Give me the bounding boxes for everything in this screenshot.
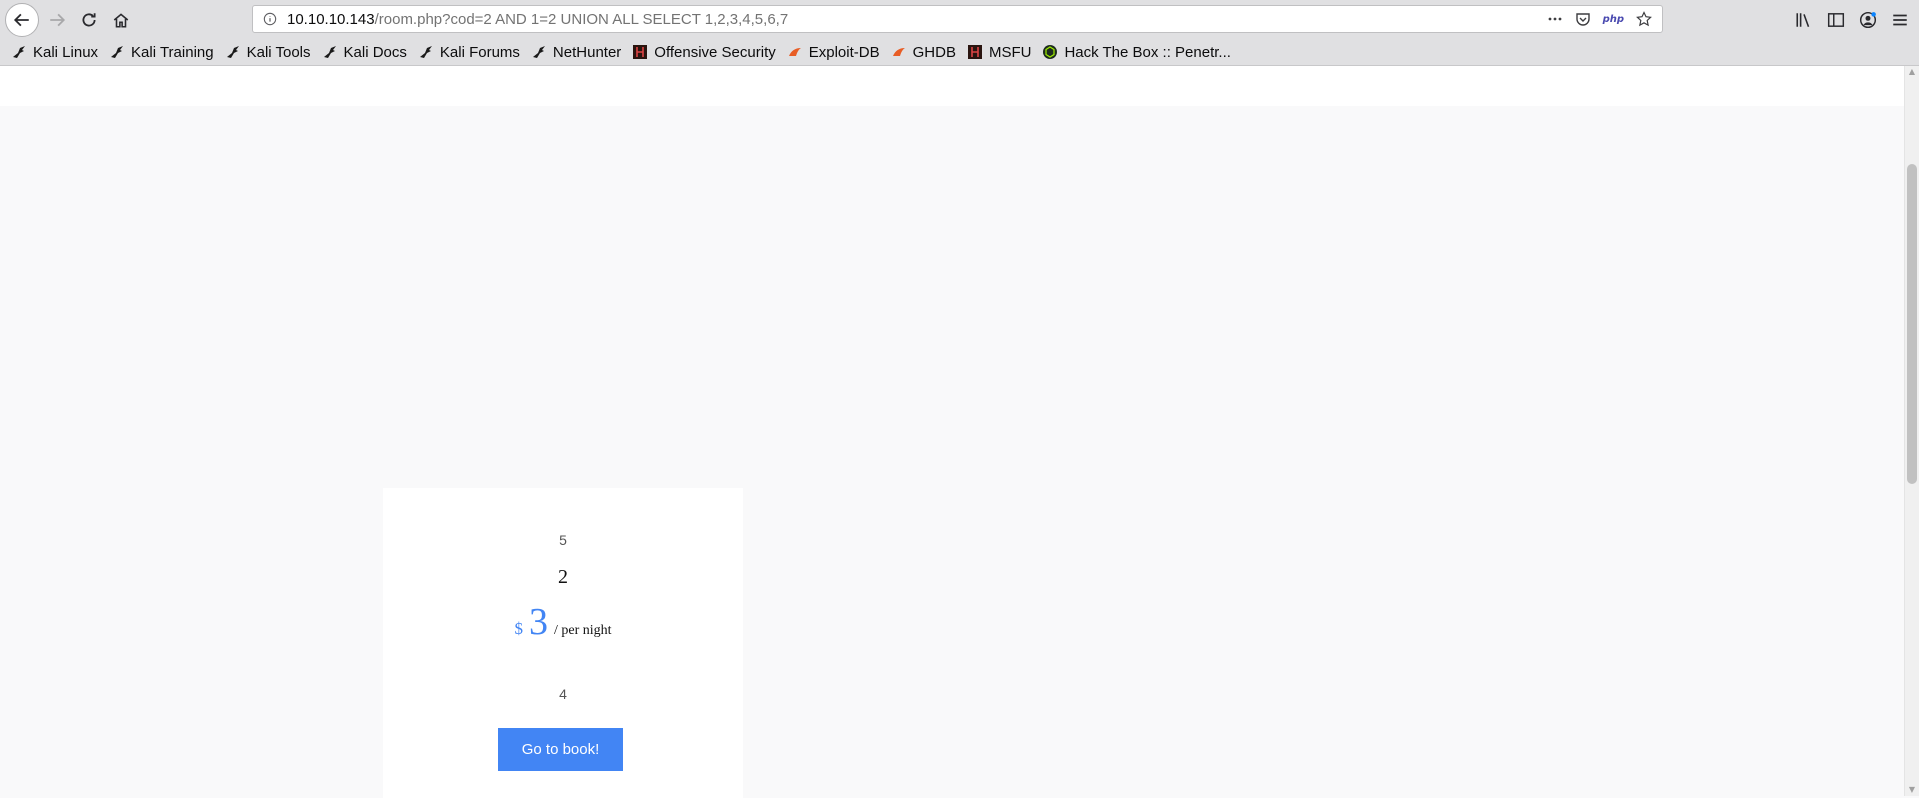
bookmark-label: NetHunter bbox=[552, 43, 622, 61]
bookmark-label: Hack The Box :: Penetr... bbox=[1064, 43, 1231, 61]
navigation-toolbar: 10.10.10.143/room.php?cod=2 AND 1=2 UNIO… bbox=[0, 0, 1919, 39]
menu-icon[interactable] bbox=[1891, 11, 1909, 29]
kali-dragon-icon bbox=[418, 44, 434, 60]
arrow-right-icon bbox=[50, 13, 66, 26]
bookmark-label: Kali Forums bbox=[439, 43, 520, 61]
bookmark-item[interactable]: Kali Tools bbox=[225, 44, 311, 61]
price-row: $ 3 / per night bbox=[383, 603, 743, 641]
offsec-icon bbox=[632, 44, 648, 60]
bookmark-label: MSFU bbox=[988, 43, 1032, 61]
bookmark-label: Offensive Security bbox=[654, 43, 776, 61]
toolbar-right bbox=[1795, 0, 1919, 39]
bookmark-star-icon[interactable] bbox=[1636, 11, 1652, 27]
bookmark-item[interactable]: Kali Forums bbox=[418, 44, 520, 61]
arrow-left-icon bbox=[13, 13, 29, 26]
bookmark-item[interactable]: Hack The Box :: Penetr... bbox=[1042, 43, 1231, 61]
library-icon[interactable] bbox=[1795, 11, 1813, 29]
bookmark-item[interactable]: NetHunter bbox=[531, 44, 621, 61]
page-header-strip bbox=[0, 66, 1905, 106]
url-host: 10.10.10.143 bbox=[287, 10, 375, 28]
reload-button[interactable] bbox=[75, 6, 103, 34]
home-icon bbox=[113, 12, 129, 28]
scroll-thumb[interactable] bbox=[1907, 164, 1917, 484]
kali-dragon-icon bbox=[322, 44, 338, 60]
bookmark-item[interactable]: Offensive Security bbox=[632, 43, 776, 61]
bookmark-label: Kali Linux bbox=[33, 43, 99, 61]
bookmark-label: GHDB bbox=[912, 43, 956, 61]
bookmark-label: Kali Tools bbox=[246, 43, 311, 61]
kali-dragon-icon bbox=[531, 44, 547, 60]
scroll-up-arrow-icon[interactable]: ▲ bbox=[1908, 68, 1916, 76]
price-value: 3 bbox=[528, 601, 548, 643]
bookmark-label: Exploit-DB bbox=[808, 43, 880, 61]
exploitdb-icon bbox=[787, 44, 803, 60]
bookmark-label: Kali Docs bbox=[343, 43, 407, 61]
go-to-book-button[interactable]: Go to book! bbox=[498, 728, 623, 771]
kali-dragon-icon bbox=[11, 44, 27, 60]
url-path: /room.php?cod=2 AND 1=2 UNION ALL SELECT… bbox=[374, 10, 789, 28]
page-actions-icon[interactable] bbox=[1547, 11, 1563, 27]
price-currency: $ bbox=[514, 619, 523, 638]
room-card: 5 2 $ 3 / per night 4 Go to book! bbox=[383, 488, 743, 798]
room-name: 2 bbox=[558, 566, 568, 588]
room-description: 4 bbox=[559, 686, 567, 702]
home-button[interactable] bbox=[107, 6, 135, 34]
htb-icon bbox=[1042, 44, 1058, 60]
page-content: 5 2 $ 3 / per night 4 Go to book! bbox=[0, 66, 1905, 798]
account-icon[interactable] bbox=[1859, 11, 1877, 29]
bookmarks-toolbar: Kali Linux Kali Training Kali Tools Kali Do… bbox=[0, 39, 1919, 66]
price-unit: / per night bbox=[553, 623, 612, 638]
bookmark-item[interactable]: Kali Docs bbox=[322, 44, 407, 61]
kali-dragon-icon bbox=[109, 44, 125, 60]
sidebar-icon[interactable] bbox=[1827, 11, 1845, 29]
page-scrollbar[interactable]: ▲ ▼ bbox=[1904, 66, 1919, 796]
reload-icon bbox=[82, 12, 96, 26]
bookmark-item[interactable]: Kali Linux bbox=[11, 44, 98, 61]
exploitdb-icon bbox=[891, 44, 907, 60]
scroll-down-arrow-icon[interactable]: ▼ bbox=[1908, 786, 1916, 794]
bookmark-item[interactable]: Kali Training bbox=[109, 44, 214, 61]
bookmark-item[interactable]: MSFU bbox=[967, 43, 1032, 61]
bookmark-item[interactable]: GHDB bbox=[891, 44, 956, 61]
offsec-icon bbox=[967, 44, 983, 60]
url-bar[interactable]: 10.10.10.143/room.php?cod=2 AND 1=2 UNIO… bbox=[252, 5, 1663, 33]
forward-button[interactable] bbox=[43, 6, 71, 34]
php-extension-badge[interactable]: php bbox=[1603, 14, 1624, 25]
kali-dragon-icon bbox=[225, 44, 241, 60]
pocket-icon[interactable] bbox=[1575, 11, 1591, 27]
room-meta: 5 bbox=[559, 532, 567, 548]
bookmark-item[interactable]: Exploit-DB bbox=[787, 44, 880, 61]
url-text[interactable]: 10.10.10.143/room.php?cod=2 AND 1=2 UNIO… bbox=[287, 11, 788, 28]
site-info-icon[interactable] bbox=[257, 12, 283, 26]
back-button[interactable] bbox=[5, 2, 39, 37]
url-actions: php bbox=[1547, 11, 1652, 27]
bookmark-label: Kali Training bbox=[131, 43, 214, 61]
